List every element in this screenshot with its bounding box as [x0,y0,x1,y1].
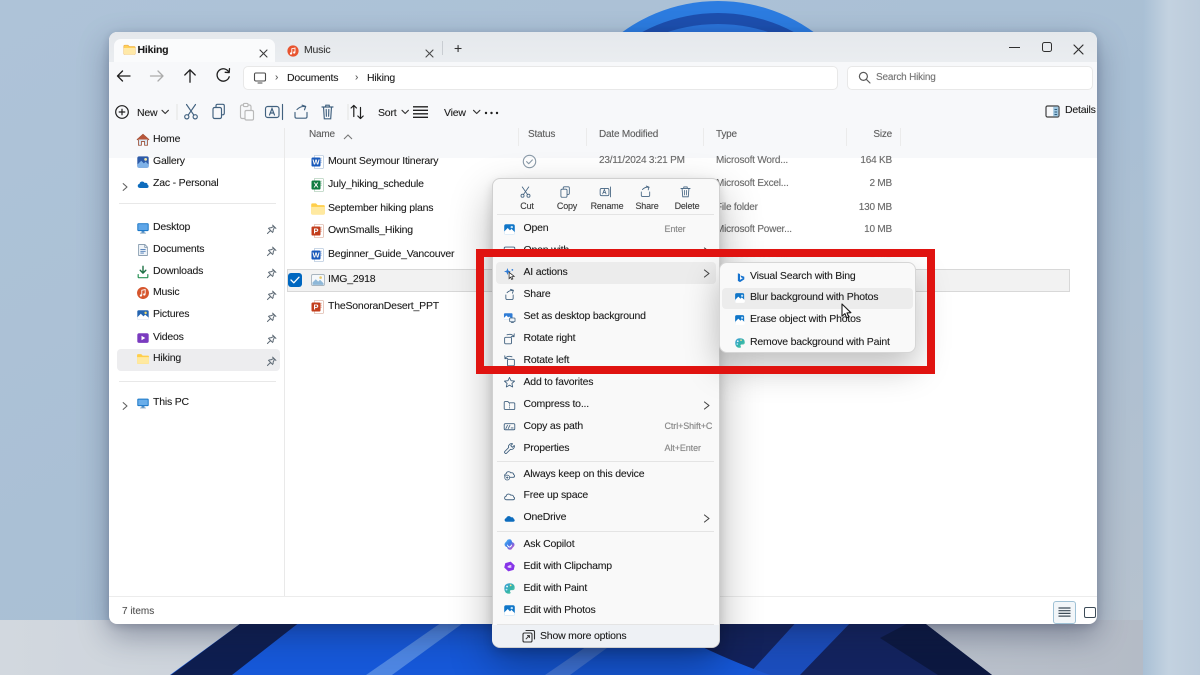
svg-text:X: X [313,181,318,190]
svg-text:W: W [312,250,320,259]
svg-text:P: P [313,303,318,312]
svg-text:New: New [137,107,158,119]
svg-text:View: View [444,107,466,119]
svg-text:Sort: Sort [378,107,397,119]
svg-text:P: P [313,227,318,236]
svg-text:W: W [312,157,320,166]
